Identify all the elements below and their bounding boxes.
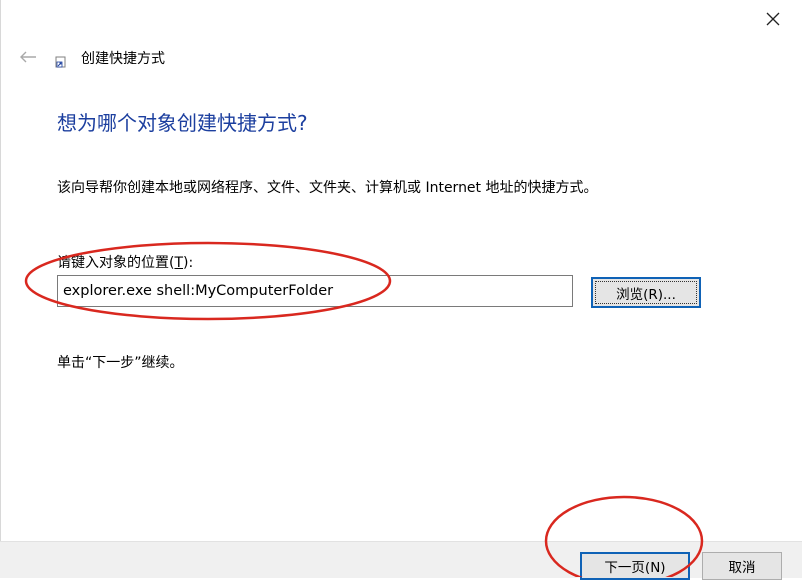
back-arrow-icon xyxy=(20,51,36,63)
continue-hint: 单击“下一步”继续。 xyxy=(57,355,184,371)
window-frame-edge xyxy=(0,0,1,577)
wizard-title: 创建快捷方式 xyxy=(81,51,165,67)
location-input[interactable] xyxy=(57,275,573,307)
browse-button[interactable]: 浏览(R)... xyxy=(591,277,701,308)
wizard-description: 该向导帮你创建本地或网络程序、文件、文件夹、计算机或 Internet 地址的快… xyxy=(57,180,598,196)
back-button[interactable] xyxy=(14,44,42,70)
next-button[interactable]: 下一页(N) xyxy=(580,552,690,580)
location-label: 请键入对象的位置(T): xyxy=(57,252,193,272)
cancel-button[interactable]: 取消 xyxy=(702,552,782,580)
close-icon xyxy=(766,12,780,26)
location-label-accelerator: T xyxy=(174,255,184,271)
page-heading: 想为哪个对象创建快捷方式? xyxy=(57,111,308,135)
location-label-suffix: ): xyxy=(183,255,194,271)
shortcut-wizard-icon xyxy=(55,53,67,68)
location-label-prefix: 请键入对象的位置( xyxy=(57,255,175,271)
close-button[interactable] xyxy=(752,0,794,38)
